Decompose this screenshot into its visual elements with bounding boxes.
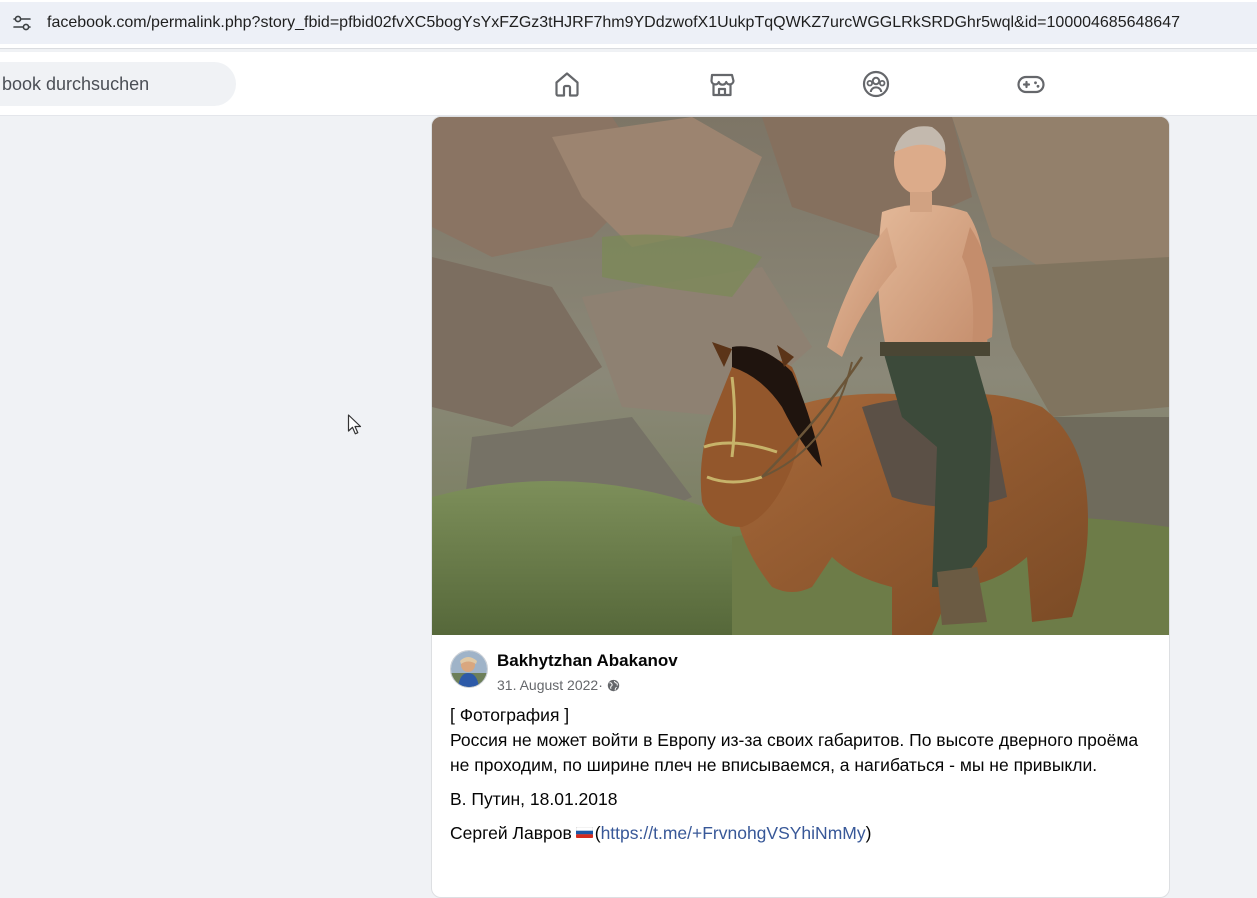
post-date[interactable]: 31. August 2022 bbox=[497, 675, 598, 695]
url-field[interactable]: facebook.com/permalink.php?story_fbid=pf… bbox=[0, 2, 1257, 44]
post-card: Bakhytzhan Abakanov 31. August 2022 · [ … bbox=[431, 116, 1170, 898]
groups-icon bbox=[862, 70, 890, 98]
nav-groups-button[interactable] bbox=[858, 66, 894, 102]
photo-tag-text: [ Фотография ] bbox=[450, 705, 570, 725]
search-input[interactable] bbox=[0, 72, 234, 96]
url-text[interactable]: facebook.com/permalink.php?story_fbid=pf… bbox=[47, 14, 1180, 32]
site-settings-icon[interactable] bbox=[11, 12, 33, 34]
gaming-icon bbox=[1017, 75, 1045, 94]
meta-separator: · bbox=[598, 677, 603, 693]
home-icon bbox=[555, 72, 579, 97]
source-name: Сергей Лавров bbox=[450, 823, 572, 843]
author-name[interactable]: Bakhytzhan Abakanov bbox=[497, 650, 678, 672]
author-info: Bakhytzhan Abakanov 31. August 2022 · bbox=[497, 650, 678, 693]
russia-flag-icon bbox=[575, 827, 593, 839]
close-paren: ) bbox=[865, 823, 872, 843]
quote-text: Россия не может войти в Европу из-за сво… bbox=[450, 730, 1139, 775]
left-column bbox=[0, 116, 416, 883]
post-photo[interactable] bbox=[432, 117, 1169, 635]
avatar-image bbox=[451, 651, 487, 687]
globe-icon bbox=[607, 679, 620, 691]
source-line: Сергей Лавров (https://t.me/+FrvnohgVSYh… bbox=[450, 821, 1150, 846]
nav-home-button[interactable] bbox=[549, 66, 585, 102]
author-avatar[interactable] bbox=[450, 650, 488, 688]
marketplace-icon bbox=[710, 73, 735, 97]
post-meta: 31. August 2022 · bbox=[497, 675, 678, 695]
telegram-link[interactable]: https://t.me/+FrvnohgVSYhiNmMy bbox=[601, 823, 866, 843]
attribution-text: В. Путин, 18.01.2018 bbox=[450, 789, 618, 809]
mouse-cursor-icon bbox=[347, 414, 362, 435]
right-column bbox=[1183, 116, 1257, 883]
post-body: [ Фотография ] Россия не может войти в Е… bbox=[450, 703, 1150, 846]
browser-address-bar: facebook.com/permalink.php?story_fbid=pf… bbox=[0, 0, 1257, 49]
post-header: Bakhytzhan Abakanov 31. August 2022 · bbox=[450, 650, 678, 693]
nav-marketplace-button[interactable] bbox=[704, 66, 740, 102]
search-box[interactable] bbox=[0, 62, 236, 106]
facebook-top-nav bbox=[0, 52, 1257, 116]
nav-gaming-button[interactable] bbox=[1013, 66, 1049, 102]
